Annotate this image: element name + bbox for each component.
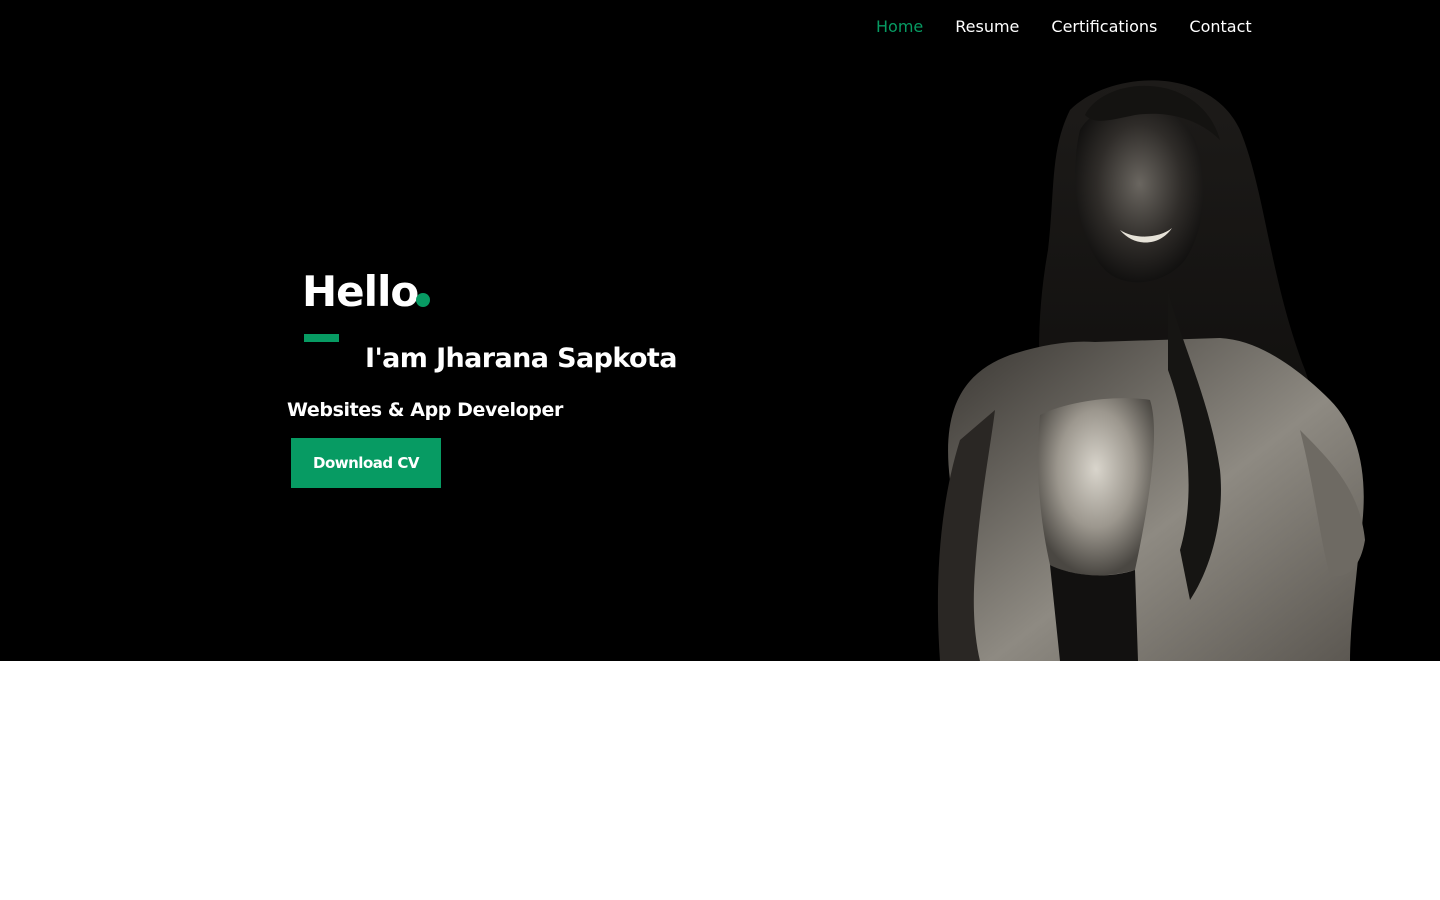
page-content-area [0, 661, 1440, 900]
accent-dash-decoration [304, 334, 339, 342]
hero-role: Websites & App Developer [287, 399, 563, 421]
download-cv-button[interactable]: Download CV [291, 438, 441, 488]
nav-link-resume[interactable]: Resume [939, 16, 1035, 38]
hero-name: I'am Jharana Sapkota [365, 343, 677, 374]
nav-link-home[interactable]: Home [860, 16, 939, 38]
hero-greeting: Hello [302, 267, 419, 316]
nav-link-certifications[interactable]: Certifications [1035, 16, 1173, 38]
hero-section: Home Resume Certifications Contact Hello… [0, 0, 1440, 661]
profile-photo [937, 80, 1365, 661]
top-nav: Home Resume Certifications Contact [860, 16, 1268, 38]
nav-link-contact[interactable]: Contact [1173, 16, 1267, 38]
greeting-dot-decoration [416, 293, 430, 307]
